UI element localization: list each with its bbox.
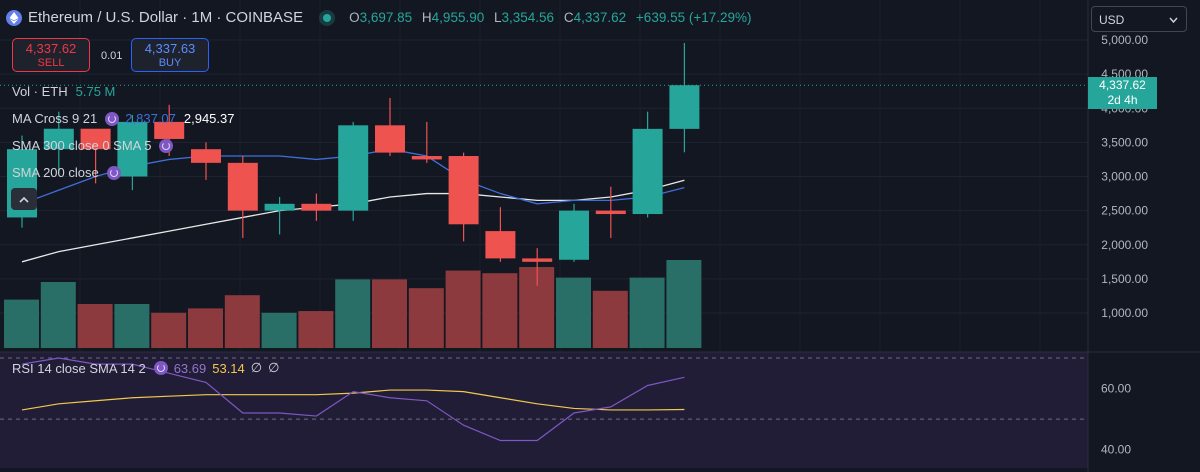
- low-value: 3,354.56: [501, 10, 555, 25]
- sma200-legend[interactable]: SMA 200 close: [12, 165, 121, 180]
- sma300-legend[interactable]: SMA 300 close 0 SMA 5: [12, 138, 174, 153]
- candle-body: [264, 203, 295, 211]
- candle-body: [485, 231, 516, 259]
- volume-bar: [40, 282, 76, 348]
- price-axis-tick: 3,500.00: [1101, 135, 1148, 149]
- volume-bar: [592, 290, 628, 348]
- rsi-legend[interactable]: RSI 14 close SMA 14 2 63.69 53.14 ∅ ∅: [12, 360, 279, 376]
- buy-label: BUY: [158, 57, 182, 69]
- symbol-title[interactable]: Ethereum / U.S. Dollar · 1M · COINBASE: [28, 9, 303, 26]
- ohlc-readout: O3,697.85 H4,955.90 L3,354.56 C4,337.62 …: [349, 10, 751, 25]
- volume-bar: [372, 279, 407, 348]
- chevron-down-icon: [1169, 17, 1178, 23]
- volume-bar: [4, 299, 39, 348]
- buy-button[interactable]: 4,337.63 BUY: [131, 38, 209, 72]
- chart-header: Ethereum / U.S. Dollar · 1M · COINBASE O…: [6, 9, 752, 26]
- volume-bar: [298, 311, 334, 348]
- high-value: 4,955.90: [431, 10, 485, 25]
- sma200-legend-name: SMA 200 close: [12, 165, 99, 180]
- sell-price: 4,337.62: [25, 41, 77, 56]
- candle-body: [301, 203, 332, 211]
- rsi-legend-name: RSI 14 close SMA 14 2: [12, 360, 146, 376]
- sell-button[interactable]: 4,337.62 SELL: [12, 38, 90, 72]
- cycle-icon: [105, 111, 120, 126]
- volume-bar: [335, 279, 371, 348]
- ma-cross-fast-value: 2,837.07: [125, 111, 176, 126]
- candle-body: [338, 125, 369, 211]
- volume-bar: [629, 277, 665, 348]
- collapse-legend-button[interactable]: [11, 188, 37, 210]
- volume-bar: [188, 308, 223, 348]
- ma-cross-slow-value: 2,945.37: [183, 111, 235, 126]
- volume-bar: [261, 312, 297, 348]
- ma-cross-legend-name: MA Cross 9 21: [12, 111, 98, 126]
- price-axis-tick: 2,000.00: [1101, 238, 1148, 252]
- price-axis-tick: 2,500.00: [1101, 204, 1148, 218]
- candle-body: [411, 156, 442, 160]
- currency-select[interactable]: USD: [1091, 6, 1187, 32]
- cycle-icon: [153, 361, 168, 375]
- last-price: 4,337.62: [1099, 78, 1146, 92]
- sma300-legend-name: SMA 300 close 0 SMA 5: [12, 138, 152, 153]
- candle-body: [227, 162, 258, 211]
- candle-body: [595, 210, 626, 215]
- candle-body: [559, 210, 589, 260]
- high-key: H: [421, 10, 432, 25]
- volume-legend-value: 5.75 M: [75, 84, 116, 99]
- open-value: 3,697.85: [359, 10, 413, 25]
- spread-value: 0.01: [101, 50, 123, 62]
- price-axis-tick: 1,000.00: [1101, 306, 1148, 320]
- change-value: +639.55 (+17.29%): [635, 10, 752, 25]
- rsi-axis-tick: 40.00: [1101, 443, 1131, 457]
- volume-bar: [224, 295, 260, 348]
- rsi-band-lower: ∅: [268, 360, 280, 375]
- low-key: L: [494, 10, 502, 25]
- volume-legend[interactable]: Vol · ETH 5.75 M: [12, 84, 115, 99]
- sell-label: SELL: [37, 57, 65, 69]
- price-axis-tick: 1,500.00: [1101, 272, 1148, 286]
- cycle-icon: [159, 138, 174, 153]
- volume-bar: [482, 273, 518, 348]
- last-price-label: 4,337.62 2d 4h: [1088, 77, 1157, 109]
- open-key: O: [349, 10, 360, 25]
- close-value: 4,337.62: [573, 10, 627, 25]
- bar-countdown: 2d 4h: [1107, 93, 1138, 107]
- rsi-value: 63.69: [173, 360, 207, 376]
- volume-legend-name: Vol · ETH: [12, 84, 68, 99]
- chevron-up-icon: [19, 196, 29, 203]
- candle-body: [522, 258, 553, 262]
- volume-bar: [666, 260, 702, 348]
- volume-bar: [151, 312, 187, 348]
- ma-cross-legend[interactable]: MA Cross 9 21 2,837.07 2,945.37: [12, 111, 234, 126]
- rsi-axis-tick: 60.00: [1101, 382, 1131, 396]
- buy-price: 4,337.63: [144, 41, 196, 56]
- currency-value: USD: [1099, 13, 1125, 27]
- volume-bar: [408, 288, 444, 348]
- candle-body: [669, 85, 700, 129]
- volume-bar: [77, 304, 113, 348]
- price-axis-tick: 5,000.00: [1101, 33, 1148, 47]
- volume-bar: [556, 277, 591, 348]
- price-axis-tick: 3,000.00: [1101, 170, 1148, 184]
- volume-bar: [114, 304, 150, 348]
- cycle-icon: [106, 165, 121, 180]
- candle-body: [191, 149, 221, 163]
- close-key: C: [563, 10, 574, 25]
- candle-body: [632, 128, 663, 215]
- market-open-dot: [323, 13, 332, 22]
- candle-body: [375, 125, 405, 153]
- candle-body: [448, 156, 479, 225]
- rsi-ma-value: 53.14: [212, 360, 245, 376]
- ethereum-icon: [6, 9, 22, 26]
- volume-bar: [445, 270, 481, 348]
- rsi-band-upper: ∅: [250, 360, 263, 375]
